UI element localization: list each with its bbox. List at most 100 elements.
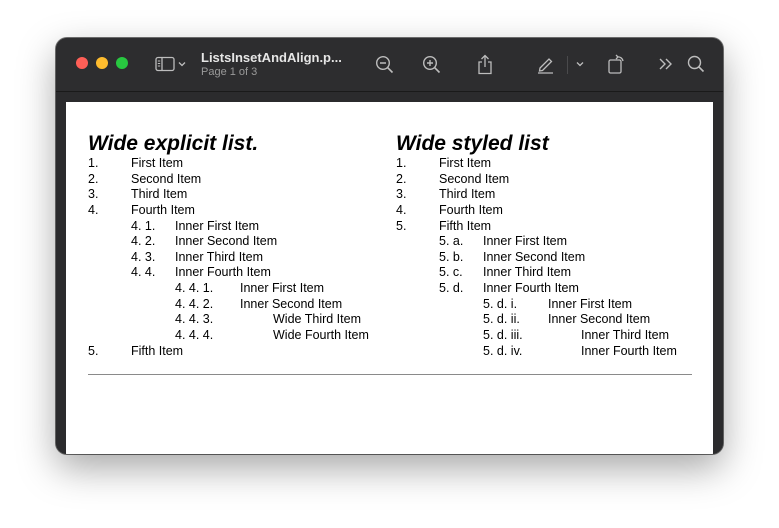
- list-marker: 1.: [396, 156, 407, 170]
- list-item: 4. Fourth Item: [88, 203, 258, 219]
- rotate-button[interactable]: [606, 52, 626, 76]
- search-icon: [687, 55, 705, 73]
- list-marker: 5.: [88, 343, 99, 358]
- sidebar-toggle-icon: [155, 56, 175, 72]
- list-marker: 5. d. iv.: [483, 343, 523, 358]
- zoom-in-icon: [422, 55, 440, 73]
- list-item: 5. d. Inner Fourth Item: [396, 281, 579, 297]
- list-item-text: Inner Third Item: [175, 249, 264, 264]
- list-item-text: Fifth Item: [131, 343, 184, 358]
- list-item: 3. Third Item: [88, 187, 258, 203]
- list-item-text: Inner First Item: [483, 234, 568, 249]
- document-viewport[interactable]: Wide explicit list. 1. First Item 2. Second…: [56, 92, 723, 454]
- preview-window: ListsInsetAndAlign.p... Page 1 of 3 Wide…: [56, 38, 723, 454]
- more-tools-button[interactable]: [657, 52, 673, 76]
- list-marker: 2.: [396, 171, 407, 186]
- list-marker: 4.: [396, 202, 407, 217]
- sidebar-options-dropdown[interactable]: [177, 52, 187, 76]
- list-item: 4. 2. Inner Second Item: [88, 234, 277, 250]
- share-icon: [478, 54, 492, 74]
- markup-options-dropdown[interactable]: [575, 52, 585, 76]
- search-button[interactable]: [686, 52, 706, 76]
- sidebar-toggle-button[interactable]: [154, 52, 176, 76]
- list-item: 5. d. i. Inner First Item: [396, 297, 632, 313]
- close-window-button[interactable]: [76, 57, 88, 69]
- list-marker: 4. 4. 2.: [175, 296, 214, 311]
- list-item: 4. 4. Inner Fourth Item: [88, 265, 271, 281]
- list-item-text: Inner Second Item: [175, 234, 278, 249]
- list-marker: 4. 2.: [131, 234, 156, 249]
- chevron-down-icon: [178, 62, 186, 67]
- rotate-icon: [607, 54, 624, 74]
- list-item: 5. a. Inner First Item: [396, 234, 567, 250]
- list-item-text: Inner First Item: [548, 296, 633, 311]
- list-marker: 5. b.: [439, 249, 464, 264]
- list-item: 4. 3. Inner Third Item: [88, 250, 263, 266]
- list-item: 1. First Item: [396, 156, 549, 172]
- list-title: Wide explicit list.: [88, 132, 259, 155]
- list-item: 2. Second Item: [396, 172, 549, 188]
- minimize-window-button[interactable]: [96, 57, 108, 69]
- toolbar: ListsInsetAndAlign.p... Page 1 of 3: [56, 38, 723, 92]
- toolbar-divider: [567, 56, 568, 74]
- chevron-down-icon: [576, 62, 584, 67]
- list-item-text: Fifth Item: [439, 218, 492, 233]
- list-marker: 5. d.: [439, 281, 464, 296]
- list-item-text: First Item: [131, 156, 184, 170]
- list-item: 5. Fifth Item: [88, 344, 258, 360]
- list-item: 5. d. ii. Inner Second Item: [396, 312, 650, 328]
- horizontal-rule: [88, 374, 692, 375]
- list-item-text: Inner Fourth Item: [483, 281, 579, 296]
- list-item: 1. First Item: [88, 156, 258, 172]
- list-item-text: Wide Third Item: [273, 312, 361, 327]
- list-item-text: Inner Second Item: [483, 249, 586, 264]
- list-item-text: Second Item: [439, 171, 510, 186]
- list-item: 5. b. Inner Second Item: [396, 249, 585, 266]
- list-item: 5. d. iii. Inner Third Item: [396, 328, 669, 344]
- list-item-text: Inner First Item: [175, 218, 260, 233]
- zoom-out-button[interactable]: [374, 52, 394, 76]
- list-marker: 5. d. ii.: [483, 312, 520, 327]
- list-marker: 2.: [88, 171, 99, 186]
- zoom-out-icon: [375, 55, 393, 73]
- list-marker: 5. c.: [439, 265, 463, 280]
- list-item-text: First Item: [439, 156, 492, 170]
- markup-button[interactable]: [535, 52, 555, 76]
- more-chevrons-icon: [659, 58, 672, 70]
- document-title: ListsInsetAndAlign.p...: [201, 50, 342, 65]
- list-marker: 4. 4.: [131, 265, 156, 280]
- list-item-text: Inner Second Item: [240, 296, 343, 311]
- list-item: 4. 4. 1. Inner First Item: [88, 281, 324, 297]
- list-item-text: Inner Third Item: [581, 328, 670, 343]
- list-item-text: Third Item: [131, 187, 188, 202]
- zoom-in-button[interactable]: [421, 52, 441, 76]
- list-item: 4. 4. 2. Inner Second Item: [88, 296, 342, 313]
- share-button[interactable]: [476, 52, 494, 76]
- list-item-text: Fourth Item: [131, 202, 195, 217]
- list-item: 5. c. Inner Third Item: [396, 265, 571, 281]
- list-marker: 4. 1.: [131, 218, 156, 233]
- list-item-text: Inner Fourth Item: [175, 265, 271, 280]
- list-item-text: Inner First Item: [240, 281, 325, 296]
- list-marker: 4. 4. 4.: [175, 328, 214, 343]
- list-title: Wide styled list: [396, 132, 549, 155]
- list-marker: 4. 4. 1.: [175, 281, 214, 296]
- markup-pen-icon: [537, 57, 553, 74]
- list-marker: 5. d. iii.: [483, 328, 523, 343]
- list-item: 4. 4. 3. Wide Third Item: [88, 312, 361, 328]
- list-item-text: Inner Fourth Item: [581, 343, 677, 358]
- list-item: 3. Third Item: [396, 187, 549, 203]
- list-marker: 3.: [396, 187, 407, 202]
- list-marker: 3.: [88, 187, 99, 202]
- wide-styled-list: Wide styled list 1. First Item 2. Second It…: [396, 132, 677, 359]
- list-item-text: Fourth Item: [439, 202, 503, 217]
- list-marker: 4. 4. 3.: [175, 312, 214, 327]
- list-marker: 4.: [88, 202, 99, 217]
- zoom-window-button[interactable]: [116, 57, 128, 69]
- list-item: 5. Fifth Item: [396, 219, 549, 235]
- list-item-text: Third Item: [439, 187, 496, 202]
- list-marker: 1.: [88, 156, 99, 170]
- list-item: 4. 4. 4. Wide Fourth Item: [88, 328, 369, 344]
- list-item-text: Inner Third Item: [483, 265, 572, 280]
- list-item: 2. Second Item: [88, 172, 258, 188]
